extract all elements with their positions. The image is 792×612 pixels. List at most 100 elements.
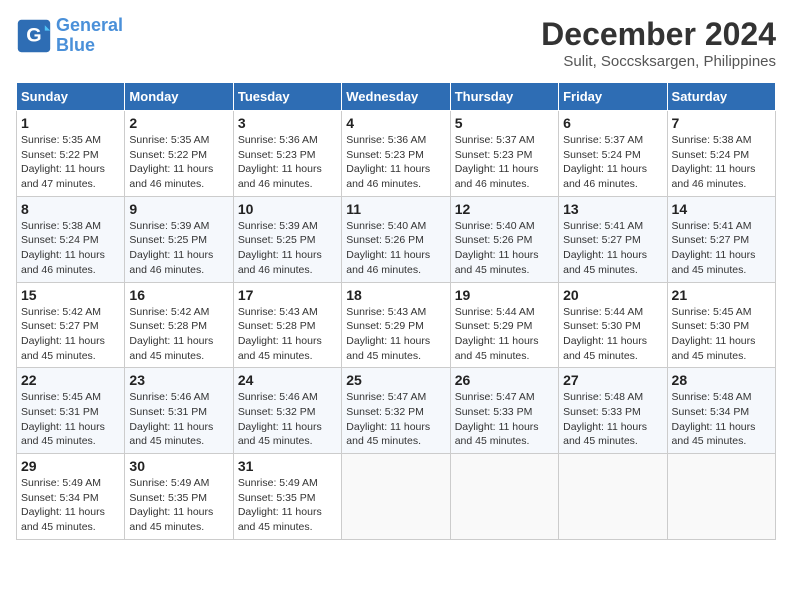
- sunset-label: Sunset: 5:28 PM: [129, 320, 207, 332]
- daylight-label: Daylight: 11 hours and 45 minutes.: [455, 335, 539, 362]
- sunrise-label: Sunrise: 5:35 AM: [21, 134, 101, 146]
- calendar-day-cell: 9 Sunrise: 5:39 AM Sunset: 5:25 PM Dayli…: [125, 196, 233, 282]
- day-number: 8: [21, 201, 120, 217]
- day-number: 3: [238, 115, 337, 131]
- sunset-label: Sunset: 5:33 PM: [455, 406, 533, 418]
- day-info: Sunrise: 5:40 AM Sunset: 5:26 PM Dayligh…: [346, 219, 445, 278]
- day-info: Sunrise: 5:40 AM Sunset: 5:26 PM Dayligh…: [455, 219, 554, 278]
- calendar-day-cell: 4 Sunrise: 5:36 AM Sunset: 5:23 PM Dayli…: [342, 111, 450, 197]
- sunrise-label: Sunrise: 5:48 AM: [672, 391, 752, 403]
- daylight-label: Daylight: 11 hours and 45 minutes.: [346, 335, 430, 362]
- day-info: Sunrise: 5:44 AM Sunset: 5:29 PM Dayligh…: [455, 305, 554, 364]
- day-number: 11: [346, 201, 445, 217]
- day-info: Sunrise: 5:42 AM Sunset: 5:28 PM Dayligh…: [129, 305, 228, 364]
- sunrise-label: Sunrise: 5:38 AM: [21, 220, 101, 232]
- sunrise-label: Sunrise: 5:46 AM: [129, 391, 209, 403]
- sunrise-label: Sunrise: 5:40 AM: [346, 220, 426, 232]
- sunrise-label: Sunrise: 5:37 AM: [455, 134, 535, 146]
- calendar-day-cell: 8 Sunrise: 5:38 AM Sunset: 5:24 PM Dayli…: [17, 196, 125, 282]
- daylight-label: Daylight: 11 hours and 46 minutes.: [346, 163, 430, 190]
- day-number: 30: [129, 458, 228, 474]
- day-number: 25: [346, 372, 445, 388]
- day-of-week-header: Monday: [125, 83, 233, 111]
- day-of-week-header: Thursday: [450, 83, 558, 111]
- sunrise-label: Sunrise: 5:45 AM: [672, 306, 752, 318]
- daylight-label: Daylight: 11 hours and 46 minutes.: [455, 163, 539, 190]
- calendar-day-cell: 25 Sunrise: 5:47 AM Sunset: 5:32 PM Dayl…: [342, 368, 450, 454]
- sunset-label: Sunset: 5:27 PM: [563, 234, 641, 246]
- day-info: Sunrise: 5:45 AM Sunset: 5:31 PM Dayligh…: [21, 390, 120, 449]
- calendar-day-cell: 15 Sunrise: 5:42 AM Sunset: 5:27 PM Dayl…: [17, 282, 125, 368]
- sunset-label: Sunset: 5:34 PM: [672, 406, 750, 418]
- calendar-day-cell: 23 Sunrise: 5:46 AM Sunset: 5:31 PM Dayl…: [125, 368, 233, 454]
- day-number: 5: [455, 115, 554, 131]
- calendar-day-cell: 1 Sunrise: 5:35 AM Sunset: 5:22 PM Dayli…: [17, 111, 125, 197]
- sunset-label: Sunset: 5:32 PM: [238, 406, 316, 418]
- daylight-label: Daylight: 11 hours and 45 minutes.: [672, 249, 756, 276]
- daylight-label: Daylight: 11 hours and 45 minutes.: [455, 249, 539, 276]
- sunset-label: Sunset: 5:32 PM: [346, 406, 424, 418]
- day-info: Sunrise: 5:44 AM Sunset: 5:30 PM Dayligh…: [563, 305, 662, 364]
- sunset-label: Sunset: 5:22 PM: [21, 149, 99, 161]
- logo: G General Blue: [16, 16, 123, 56]
- sunset-label: Sunset: 5:33 PM: [563, 406, 641, 418]
- day-info: Sunrise: 5:47 AM Sunset: 5:32 PM Dayligh…: [346, 390, 445, 449]
- day-number: 24: [238, 372, 337, 388]
- sunrise-label: Sunrise: 5:48 AM: [563, 391, 643, 403]
- daylight-label: Daylight: 11 hours and 45 minutes.: [563, 335, 647, 362]
- sunrise-label: Sunrise: 5:46 AM: [238, 391, 318, 403]
- daylight-label: Daylight: 11 hours and 46 minutes.: [672, 163, 756, 190]
- calendar-day-cell: 16 Sunrise: 5:42 AM Sunset: 5:28 PM Dayl…: [125, 282, 233, 368]
- sunrise-label: Sunrise: 5:35 AM: [129, 134, 209, 146]
- day-number: 7: [672, 115, 771, 131]
- day-info: Sunrise: 5:42 AM Sunset: 5:27 PM Dayligh…: [21, 305, 120, 364]
- day-info: Sunrise: 5:45 AM Sunset: 5:30 PM Dayligh…: [672, 305, 771, 364]
- sunrise-label: Sunrise: 5:39 AM: [238, 220, 318, 232]
- calendar-table: SundayMondayTuesdayWednesdayThursdayFrid…: [16, 82, 776, 540]
- day-number: 4: [346, 115, 445, 131]
- sunrise-label: Sunrise: 5:41 AM: [672, 220, 752, 232]
- daylight-label: Daylight: 11 hours and 45 minutes.: [238, 506, 322, 533]
- title-block: December 2024 Sulit, Soccsksargen, Phili…: [541, 16, 776, 70]
- calendar-day-cell: 29 Sunrise: 5:49 AM Sunset: 5:34 PM Dayl…: [17, 454, 125, 540]
- day-info: Sunrise: 5:38 AM Sunset: 5:24 PM Dayligh…: [672, 133, 771, 192]
- daylight-label: Daylight: 11 hours and 46 minutes.: [129, 249, 213, 276]
- sunset-label: Sunset: 5:24 PM: [563, 149, 641, 161]
- calendar-day-cell: 19 Sunrise: 5:44 AM Sunset: 5:29 PM Dayl…: [450, 282, 558, 368]
- day-number: 6: [563, 115, 662, 131]
- day-info: Sunrise: 5:46 AM Sunset: 5:32 PM Dayligh…: [238, 390, 337, 449]
- calendar-day-cell: [450, 454, 558, 540]
- day-info: Sunrise: 5:37 AM Sunset: 5:24 PM Dayligh…: [563, 133, 662, 192]
- day-number: 28: [672, 372, 771, 388]
- sunrise-label: Sunrise: 5:43 AM: [238, 306, 318, 318]
- day-number: 14: [672, 201, 771, 217]
- sunset-label: Sunset: 5:28 PM: [238, 320, 316, 332]
- daylight-label: Daylight: 11 hours and 46 minutes.: [238, 249, 322, 276]
- calendar-day-cell: 18 Sunrise: 5:43 AM Sunset: 5:29 PM Dayl…: [342, 282, 450, 368]
- day-number: 26: [455, 372, 554, 388]
- day-number: 15: [21, 287, 120, 303]
- sunrise-label: Sunrise: 5:49 AM: [21, 477, 101, 489]
- daylight-label: Daylight: 11 hours and 45 minutes.: [672, 421, 756, 448]
- sunset-label: Sunset: 5:23 PM: [346, 149, 424, 161]
- day-info: Sunrise: 5:41 AM Sunset: 5:27 PM Dayligh…: [672, 219, 771, 278]
- calendar-day-cell: 24 Sunrise: 5:46 AM Sunset: 5:32 PM Dayl…: [233, 368, 341, 454]
- calendar-day-cell: 13 Sunrise: 5:41 AM Sunset: 5:27 PM Dayl…: [559, 196, 667, 282]
- sunrise-label: Sunrise: 5:38 AM: [672, 134, 752, 146]
- day-info: Sunrise: 5:43 AM Sunset: 5:28 PM Dayligh…: [238, 305, 337, 364]
- sunrise-label: Sunrise: 5:44 AM: [455, 306, 535, 318]
- sunrise-label: Sunrise: 5:42 AM: [129, 306, 209, 318]
- day-info: Sunrise: 5:49 AM Sunset: 5:35 PM Dayligh…: [238, 476, 337, 535]
- day-number: 23: [129, 372, 228, 388]
- calendar-day-cell: [342, 454, 450, 540]
- day-info: Sunrise: 5:49 AM Sunset: 5:35 PM Dayligh…: [129, 476, 228, 535]
- daylight-label: Daylight: 11 hours and 45 minutes.: [129, 335, 213, 362]
- sunset-label: Sunset: 5:30 PM: [672, 320, 750, 332]
- calendar-day-cell: 21 Sunrise: 5:45 AM Sunset: 5:30 PM Dayl…: [667, 282, 775, 368]
- calendar-day-cell: 31 Sunrise: 5:49 AM Sunset: 5:35 PM Dayl…: [233, 454, 341, 540]
- daylight-label: Daylight: 11 hours and 47 minutes.: [21, 163, 105, 190]
- day-number: 29: [21, 458, 120, 474]
- calendar-day-cell: 6 Sunrise: 5:37 AM Sunset: 5:24 PM Dayli…: [559, 111, 667, 197]
- calendar-day-cell: 2 Sunrise: 5:35 AM Sunset: 5:22 PM Dayli…: [125, 111, 233, 197]
- calendar-day-cell: 22 Sunrise: 5:45 AM Sunset: 5:31 PM Dayl…: [17, 368, 125, 454]
